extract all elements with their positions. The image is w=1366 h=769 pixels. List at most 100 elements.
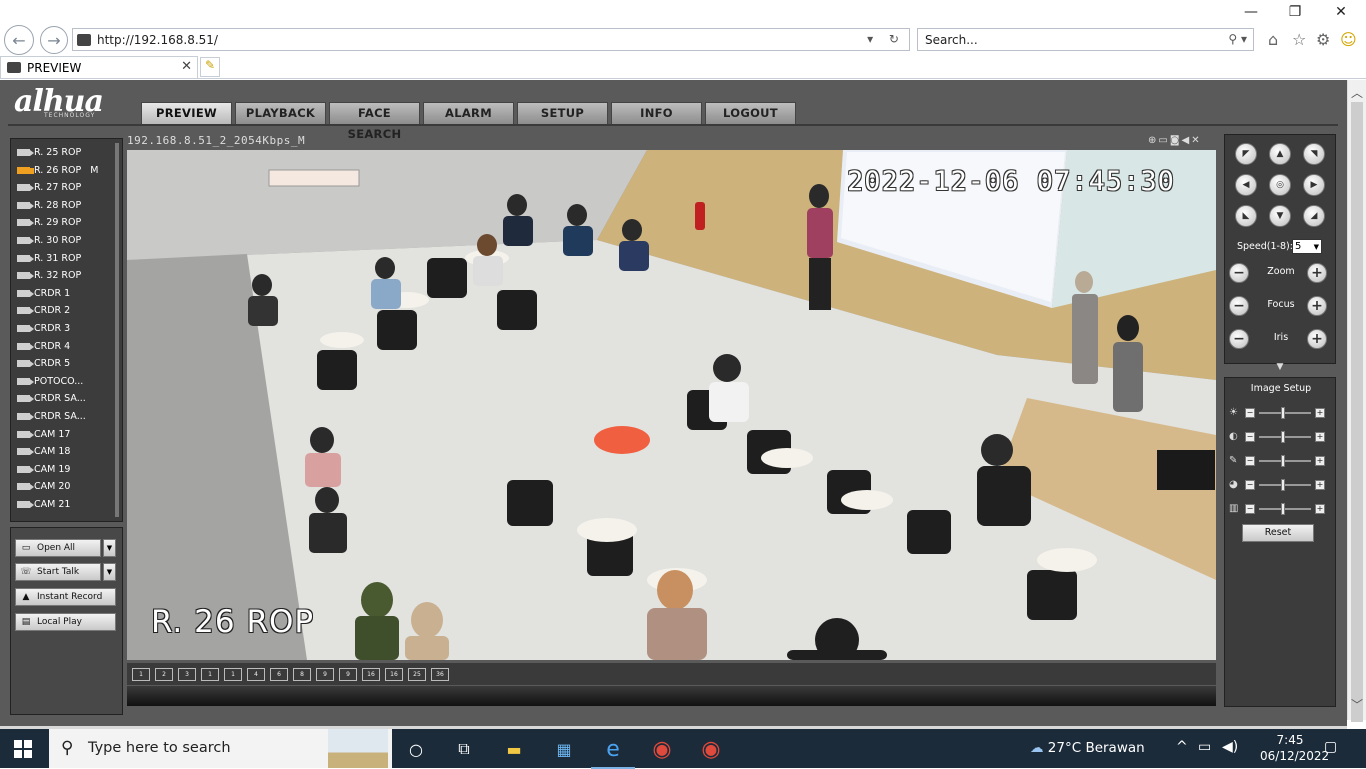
brightness-plus[interactable]: +	[1315, 408, 1325, 418]
saturation-plus[interactable]: +	[1315, 456, 1325, 466]
channel-item[interactable]: CRDR 5	[17, 355, 70, 371]
channel-item[interactable]: CRDR 1	[17, 285, 70, 301]
ptz-collapse-icon[interactable]: ▼	[1224, 363, 1336, 373]
layout-1-icon[interactable]: 1	[132, 667, 150, 681]
start-talk-button[interactable]: ☏ Start Talk	[15, 563, 101, 581]
channel-item-active[interactable]: R. 26 ROP M	[17, 162, 98, 178]
menu-tab-logout[interactable]: LOGOUT	[705, 102, 796, 124]
saturation-minus[interactable]: −	[1245, 456, 1255, 466]
settings-gear-icon[interactable]: ⚙	[1316, 30, 1330, 49]
store-icon[interactable]: ▦	[550, 735, 578, 763]
tray-chevron-up-icon[interactable]: ^	[1176, 739, 1188, 755]
zoom-in-icon[interactable]: ⊕	[1148, 135, 1158, 146]
forward-button[interactable]: →	[40, 26, 68, 54]
ptz-down-right-button[interactable]: ◢	[1303, 205, 1325, 227]
gain-slider[interactable]: ▥ − +	[1229, 503, 1333, 515]
layout-single-icon[interactable]: 1	[224, 667, 242, 681]
layout-16b-icon[interactable]: 16	[385, 667, 403, 681]
layout-4-icon[interactable]: 4	[247, 667, 265, 681]
back-button[interactable]: ←	[4, 25, 34, 55]
channel-list-scrollbar[interactable]	[115, 143, 119, 517]
iris-plus-button[interactable]: +	[1307, 329, 1327, 349]
address-bar[interactable]: http://192.168.8.51/ ▾ ↻	[72, 28, 910, 51]
taskbar-search-box[interactable]: ⚲ Type here to search	[49, 729, 392, 768]
gain-minus[interactable]: −	[1245, 504, 1255, 514]
file-explorer-icon[interactable]: ▬	[500, 735, 528, 763]
start-button[interactable]	[14, 740, 32, 758]
volume-icon[interactable]: ◀)	[1222, 739, 1238, 755]
channel-item[interactable]: R. 29 ROP	[17, 214, 81, 230]
channel-item[interactable]: CRDR 3	[17, 320, 70, 336]
chrome-profile-icon[interactable]: ◉	[697, 735, 725, 763]
start-talk-dropdown[interactable]: ▼	[103, 563, 116, 581]
channel-item[interactable]: CAM 19	[17, 461, 70, 477]
ptz-right-button[interactable]: ▶	[1303, 174, 1325, 196]
ptz-left-button[interactable]: ◀	[1235, 174, 1257, 196]
close-window-button[interactable]: ✕	[1326, 4, 1356, 20]
menu-tab-alarm[interactable]: ALARM	[423, 102, 514, 124]
channel-item[interactable]: CRDR SA...	[17, 408, 86, 424]
layout-9-icon[interactable]: 9	[316, 667, 334, 681]
contrast-minus[interactable]: −	[1245, 432, 1255, 442]
scroll-up-icon[interactable]: ︿	[1351, 84, 1363, 101]
menu-tab-info[interactable]: INFO	[611, 102, 702, 124]
new-tab-button[interactable]: ✎	[200, 57, 220, 77]
slider-knob[interactable]	[1281, 431, 1285, 443]
reset-button[interactable]: Reset	[1242, 524, 1314, 542]
focus-plus-button[interactable]: +	[1307, 296, 1327, 316]
menu-tab-face-search[interactable]: FACE SEARCH	[329, 102, 420, 141]
weather-widget[interactable]: ☁ 27°C Berawan	[1030, 740, 1145, 756]
channel-item[interactable]: R. 32 ROP	[17, 267, 81, 283]
refresh-icon[interactable]: ▾ ↻	[867, 32, 905, 46]
layout-wide-icon[interactable]: 1	[201, 667, 219, 681]
channel-item[interactable]: R. 30 ROP	[17, 232, 81, 248]
taskbar-clock[interactable]: 7:45 06/12/2022	[1260, 732, 1329, 764]
channel-item[interactable]: CAM 17	[17, 426, 70, 442]
channel-item[interactable]: CAM 21	[17, 496, 70, 512]
snapshot-icon[interactable]: ◙	[1170, 135, 1182, 146]
slider-knob[interactable]	[1281, 455, 1285, 467]
browser-tab-preview[interactable]: PREVIEW ✕	[0, 56, 198, 78]
slider-knob[interactable]	[1281, 407, 1285, 419]
layout-25-icon[interactable]: 25	[408, 667, 426, 681]
open-all-dropdown[interactable]: ▼	[103, 539, 116, 557]
layout-8-icon[interactable]: 8	[293, 667, 311, 681]
smiley-feedback-icon[interactable]: ☺	[1340, 30, 1357, 49]
open-all-button[interactable]: ▭ Open All	[15, 539, 101, 557]
layout-16-icon[interactable]: 16	[362, 667, 380, 681]
ptz-auto-button[interactable]: ◎	[1269, 174, 1291, 196]
saturation-slider[interactable]: ✎ − +	[1229, 455, 1333, 467]
brightness-minus[interactable]: −	[1245, 408, 1255, 418]
channel-item[interactable]: POTOCO...	[17, 373, 83, 389]
layout-36-icon[interactable]: 36	[431, 667, 449, 681]
search-icon[interactable]: ⚲ ▾	[1228, 32, 1247, 46]
favorites-star-icon[interactable]: ☆	[1292, 30, 1306, 49]
ptz-down-button[interactable]: ▼	[1269, 205, 1291, 227]
slider-knob[interactable]	[1281, 503, 1285, 515]
chrome-icon[interactable]: ◉	[648, 735, 676, 763]
channel-item[interactable]: R. 28 ROP	[17, 197, 81, 213]
hue-minus[interactable]: −	[1245, 480, 1255, 490]
ptz-up-right-button[interactable]: ◥	[1303, 143, 1325, 165]
minimize-button[interactable]: —	[1236, 4, 1266, 20]
home-icon[interactable]: ⌂	[1268, 30, 1278, 49]
cortana-icon[interactable]: ○	[402, 735, 430, 763]
layout-3-icon[interactable]: 3	[178, 667, 196, 681]
task-view-icon[interactable]: ⧉	[450, 735, 478, 763]
contrast-plus[interactable]: +	[1315, 432, 1325, 442]
channel-item[interactable]: CRDR 4	[17, 338, 70, 354]
speed-select[interactable]: 5	[1292, 239, 1322, 254]
contrast-slider[interactable]: ◐ − +	[1229, 431, 1333, 443]
channel-item[interactable]: R. 31 ROP	[17, 250, 81, 266]
channel-item[interactable]: R. 25 ROP	[17, 144, 81, 160]
layout-6-icon[interactable]: 6	[270, 667, 288, 681]
channel-item[interactable]: CRDR SA...	[17, 390, 86, 406]
notifications-icon[interactable]: ▢	[1324, 739, 1337, 755]
layout-2-icon[interactable]: 2	[155, 667, 173, 681]
channel-item[interactable]: CAM 18	[17, 443, 70, 459]
internet-explorer-icon[interactable]: e	[591, 735, 635, 769]
zoom-in-button[interactable]: +	[1307, 263, 1327, 283]
maximize-button[interactable]: ❐	[1280, 4, 1310, 20]
hue-slider[interactable]: ◕ − +	[1229, 479, 1333, 491]
scrollbar-thumb[interactable]	[1351, 102, 1363, 722]
